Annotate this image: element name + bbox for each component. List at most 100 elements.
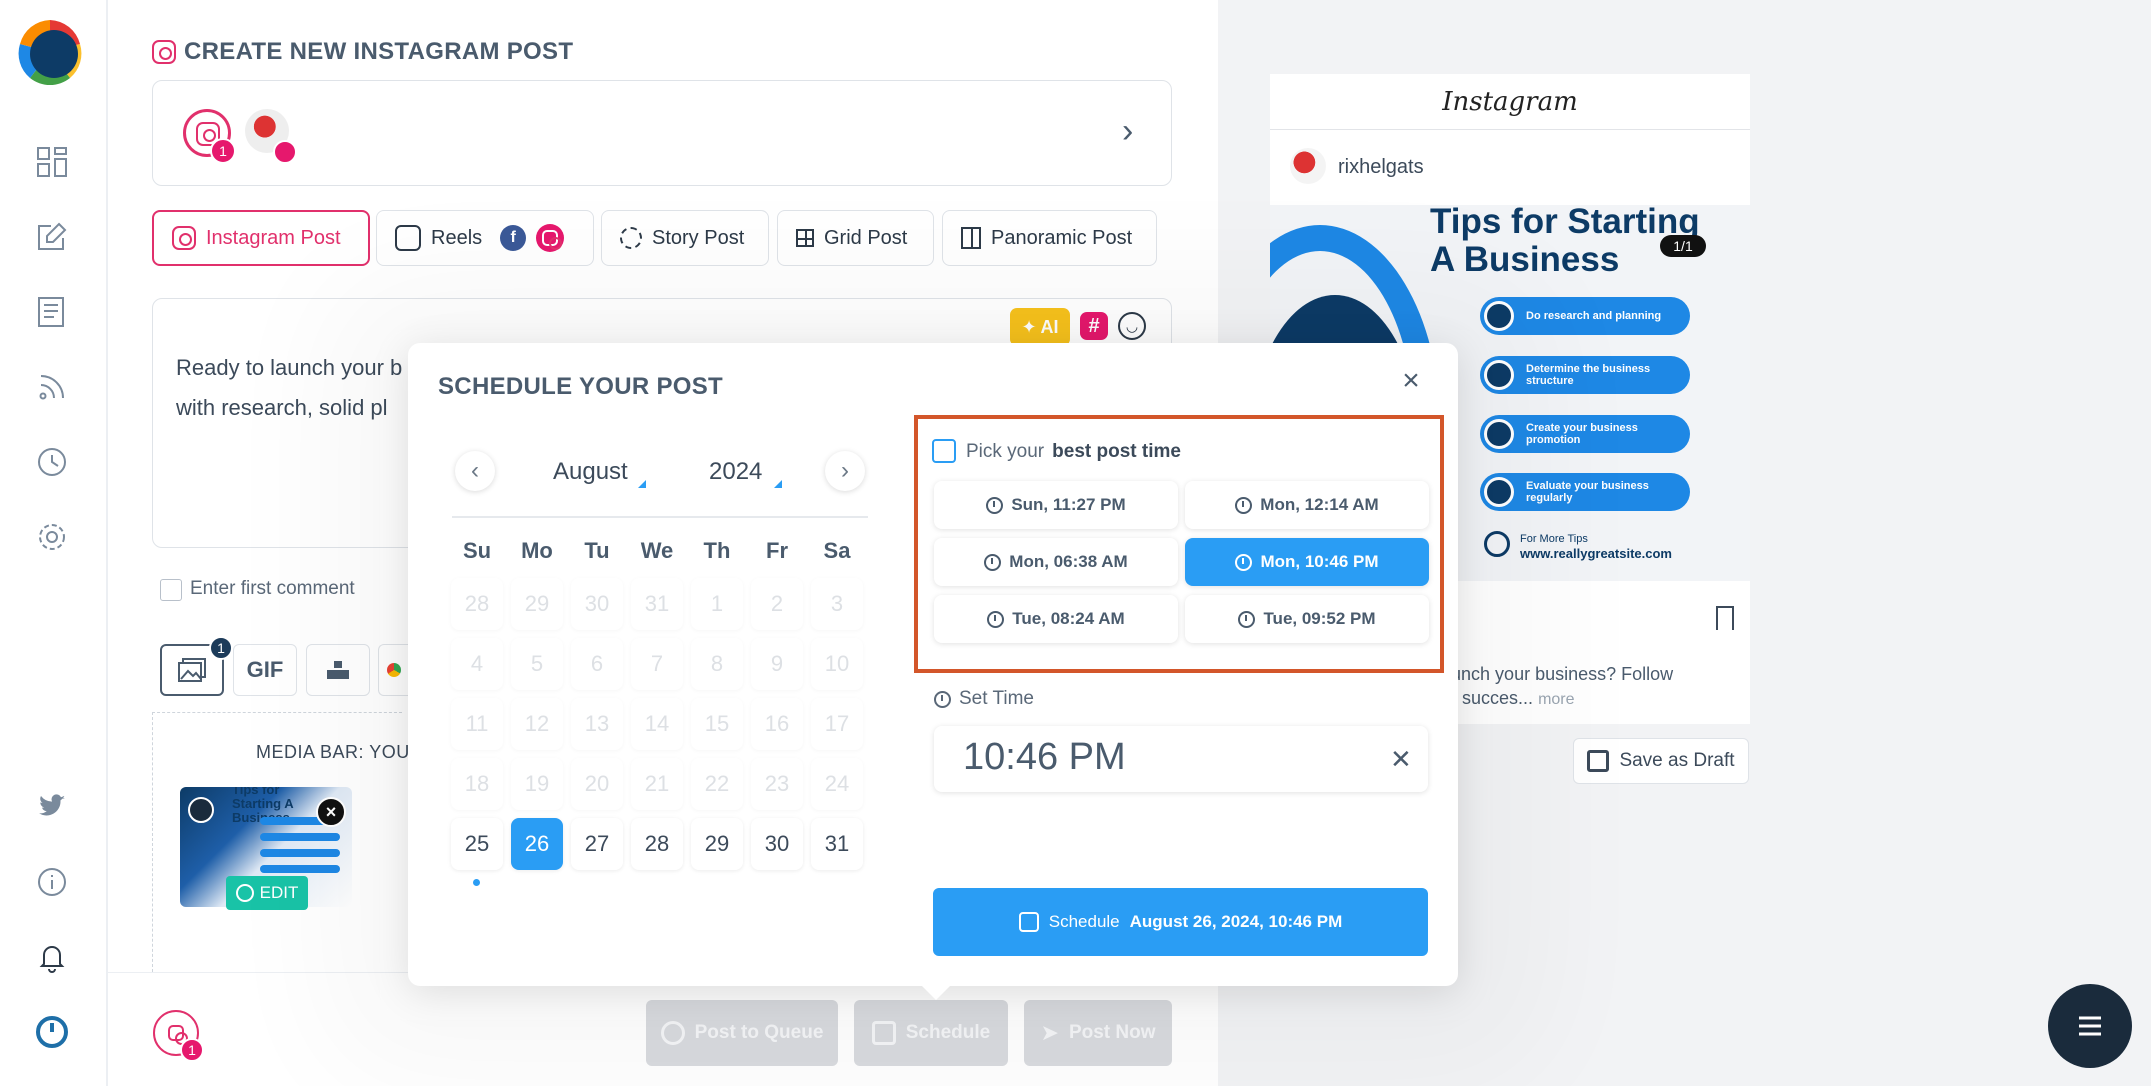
tab-label: Grid Post xyxy=(824,226,908,249)
calendar-day[interactable]: 31 xyxy=(811,818,863,870)
save-as-draft-button[interactable]: Save as Draft xyxy=(1573,738,1749,784)
preview-username: rixhelgats xyxy=(1338,156,1424,178)
best-time-option-selected[interactable]: Mon, 10:46 PM xyxy=(1185,538,1429,586)
next-month-button[interactable]: › xyxy=(825,451,865,491)
dashboard-icon[interactable] xyxy=(32,142,72,182)
clock-icon xyxy=(1235,553,1253,571)
best-time-option[interactable]: Tue, 09:52 PM xyxy=(1185,595,1429,643)
best-time-label: Mon, 12:14 AM xyxy=(1260,495,1379,514)
first-comment-checkbox[interactable] xyxy=(160,579,182,601)
calendar-day[interactable]: 30 xyxy=(751,818,803,870)
weekday-header: Su xyxy=(462,538,492,563)
weekday-header: Fr xyxy=(766,538,788,563)
set-time-value[interactable]: 10:46 PM xyxy=(963,736,1126,779)
calendar-day: 18 xyxy=(451,758,503,810)
weekday-header: Tu xyxy=(584,538,610,563)
check-icon xyxy=(1484,301,1514,331)
edit-media-button[interactable]: EDIT xyxy=(226,876,308,910)
settings-gear-icon[interactable] xyxy=(32,517,72,557)
menu-fab-button[interactable] xyxy=(2048,984,2132,1068)
page-title-text: CREATE NEW INSTAGRAM POST xyxy=(184,38,574,65)
calendar-day: 7 xyxy=(631,638,683,690)
best-time-option[interactable]: Mon, 06:38 AM xyxy=(934,538,1178,586)
modal-caret xyxy=(922,986,950,1000)
calendar-day[interactable]: 29 xyxy=(691,818,743,870)
clear-time-icon[interactable]: ✕ xyxy=(1390,744,1412,775)
calendar-day-selected[interactable]: 26 xyxy=(511,818,563,870)
month-select[interactable]: August xyxy=(553,458,628,486)
chevron-right-icon[interactable]: › xyxy=(1122,112,1133,151)
bookmark-icon[interactable] xyxy=(1716,606,1734,630)
tab-story-post[interactable]: Story Post xyxy=(601,210,769,266)
unsplash-button[interactable] xyxy=(306,644,370,696)
calendar-day: 28 xyxy=(451,578,503,630)
calendar-day: 3 xyxy=(811,578,863,630)
posts-list-icon[interactable] xyxy=(32,292,72,332)
calendar-day: 29 xyxy=(511,578,563,630)
rss-icon[interactable] xyxy=(32,367,72,407)
chevron-right-icon: › xyxy=(841,457,849,484)
calendar-day[interactable]: 28 xyxy=(631,818,683,870)
calendar-day: 19 xyxy=(511,758,563,810)
calendar-day[interactable]: 25 xyxy=(451,818,503,870)
preview-page-indicator: 1/1 xyxy=(1660,235,1706,257)
calendar-day: 21 xyxy=(631,758,683,810)
best-time-label: Mon, 06:38 AM xyxy=(1009,552,1128,571)
tab-instagram-post[interactable]: Instagram Post xyxy=(152,210,370,266)
schedule-datetime: August 26, 2024, 10:46 PM xyxy=(1129,912,1343,931)
tab-label: Panoramic Post xyxy=(991,226,1133,249)
tab-panoramic-post[interactable]: Panoramic Post xyxy=(942,210,1157,266)
best-time-option[interactable]: Sun, 11:27 PM xyxy=(934,481,1178,529)
twitter-icon[interactable] xyxy=(32,787,72,827)
calendar-day: 6 xyxy=(571,638,623,690)
year-select[interactable]: 2024 xyxy=(709,458,762,486)
year-dropdown-icon xyxy=(774,480,782,488)
more-link[interactable]: more xyxy=(1538,691,1574,708)
tab-grid-post[interactable]: Grid Post xyxy=(777,210,934,266)
calendar-day: 14 xyxy=(631,698,683,750)
compose-icon[interactable] xyxy=(32,217,72,257)
post-now-label: Post Now xyxy=(1068,1022,1156,1043)
analytics-icon[interactable] xyxy=(32,442,72,482)
schedule-confirm-button[interactable]: Schedule August 26, 2024, 10:46 PM xyxy=(933,888,1428,956)
clock-icon xyxy=(986,496,1004,514)
prev-month-button[interactable]: ‹ xyxy=(455,451,495,491)
clock-icon xyxy=(1235,496,1253,514)
calendar-day: 9 xyxy=(751,638,803,690)
schedule-footer-label: Schedule xyxy=(905,1022,991,1043)
month-dropdown-icon xyxy=(638,480,646,488)
set-time-label: Set Time xyxy=(934,688,1034,710)
account-count-badge: 1 xyxy=(210,138,236,164)
info-icon[interactable] xyxy=(32,862,72,902)
best-time-option[interactable]: Tue, 08:24 AM xyxy=(934,595,1178,643)
weekday-header: Sa xyxy=(823,538,851,563)
selected-account-badge: 1 xyxy=(180,1038,204,1062)
power-icon[interactable] xyxy=(32,1012,72,1052)
facebook-icon: f xyxy=(500,225,527,251)
gif-button[interactable]: GIF xyxy=(233,644,297,696)
tab-label: Reels xyxy=(431,226,483,249)
hamburger-icon xyxy=(2079,1016,2101,1036)
unsplash-icon xyxy=(327,661,349,679)
story-icon xyxy=(620,227,642,249)
notifications-bell-icon[interactable] xyxy=(32,937,72,977)
calendar-day[interactable]: 27 xyxy=(571,818,623,870)
preview-more-tips: For More Tips xyxy=(1520,533,1588,545)
calendar-day: 2 xyxy=(751,578,803,630)
tab-reels[interactable]: Reels f xyxy=(376,210,594,266)
calendar-day: 16 xyxy=(751,698,803,750)
account-selector[interactable] xyxy=(152,80,1172,186)
modal-close-icon[interactable]: × xyxy=(1396,364,1426,397)
app-logo[interactable] xyxy=(18,18,82,86)
calendar-clock-icon xyxy=(1018,912,1039,932)
save-disk-icon xyxy=(1587,750,1610,772)
edit-label: EDIT xyxy=(259,883,299,902)
queue-label: Post to Queue xyxy=(694,1022,824,1043)
image-count-badge: 1 xyxy=(209,636,233,660)
best-time-label: Tue, 08:24 AM xyxy=(1012,609,1125,628)
preview-avatar xyxy=(1290,148,1326,184)
remove-media-close-icon[interactable]: × xyxy=(316,797,346,827)
calendar-day: 1 xyxy=(691,578,743,630)
grid-icon xyxy=(796,229,814,247)
best-time-option[interactable]: Mon, 12:14 AM xyxy=(1185,481,1429,529)
